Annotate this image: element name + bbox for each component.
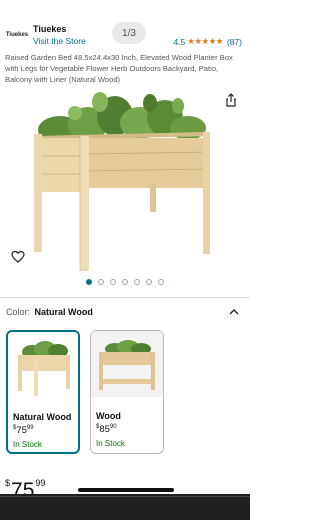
swatch-image xyxy=(18,341,70,396)
gallery-pagination xyxy=(0,279,250,287)
status-bar xyxy=(0,0,250,2)
color-option-name: Natural Wood xyxy=(13,412,72,422)
gallery-dot[interactable] xyxy=(134,279,140,285)
chevron-up-icon[interactable] xyxy=(228,307,240,317)
color-option-stock: In Stock xyxy=(96,439,125,448)
heart-icon[interactable] xyxy=(11,250,25,264)
star-rating-icon: ★★★★★ xyxy=(187,36,223,46)
color-option-price: $7599 xyxy=(13,425,34,436)
color-option-natural-wood[interactable]: Natural Wood $7599 In Stock xyxy=(6,330,80,454)
visit-store-link[interactable]: Visit the Store xyxy=(33,36,86,46)
brand-logo[interactable]: Tiuekes xyxy=(4,24,30,46)
rating[interactable]: 4.5 ★★★★★ (87) xyxy=(173,36,242,47)
color-label: Color: xyxy=(6,307,31,317)
planter-box xyxy=(34,132,211,271)
color-option-stock: In Stock xyxy=(13,440,42,449)
home-indicator[interactable] xyxy=(78,488,174,492)
product-image[interactable] xyxy=(0,88,250,273)
color-option-wood[interactable]: Wood $8590 In Stock xyxy=(90,330,164,454)
color-option-price: $8590 xyxy=(96,424,117,435)
rating-value: 4.5 xyxy=(173,36,186,47)
bottom-toolbar xyxy=(0,494,250,520)
brand-name[interactable]: Tiuekes xyxy=(33,24,66,34)
brand-row: Tiuekes Tiuekes Visit the Store 1/3 4.5 … xyxy=(4,22,246,50)
color-selected-value: Natural Wood xyxy=(34,307,93,317)
gallery-dot[interactable] xyxy=(98,279,104,285)
rating-count[interactable]: (87) xyxy=(227,37,242,47)
share-icon[interactable] xyxy=(224,93,238,107)
swatch-image xyxy=(99,340,155,390)
gallery-dot[interactable] xyxy=(158,279,164,285)
gallery-dot[interactable] xyxy=(122,279,128,285)
image-counter: 1/3 xyxy=(112,22,146,44)
section-divider xyxy=(0,297,250,298)
color-selector-header[interactable]: Color: Natural Wood xyxy=(6,307,244,321)
gallery-dot[interactable] xyxy=(146,279,152,285)
color-option-name: Wood xyxy=(96,411,121,421)
gallery-dot[interactable] xyxy=(110,279,116,285)
gallery-dot[interactable] xyxy=(86,279,92,285)
product-title: Raised Garden Bed 48.5x24.4x30 Inch, Ele… xyxy=(5,53,233,84)
